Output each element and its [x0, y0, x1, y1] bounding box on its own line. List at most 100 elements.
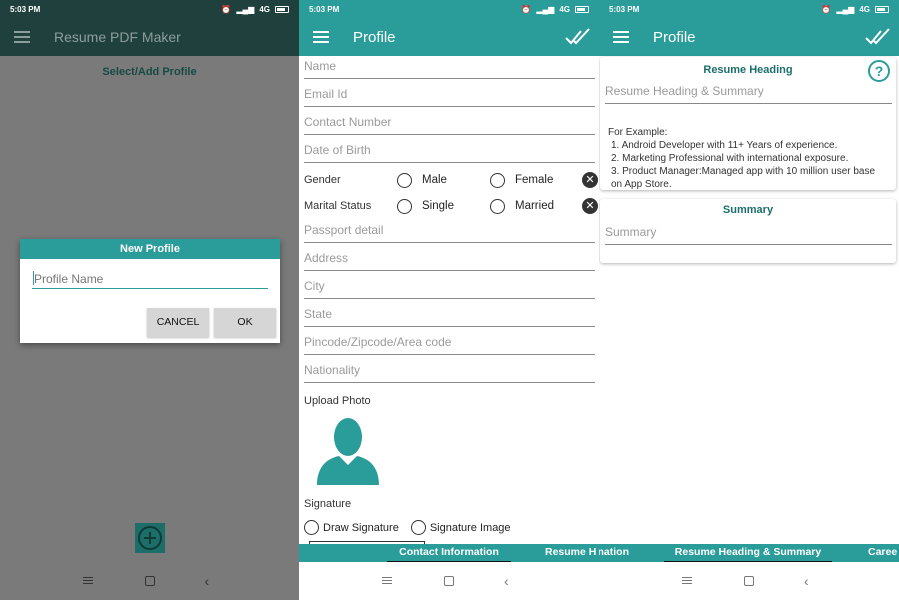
tab-resume-heading-summary[interactable]: Resume Heading & Summary	[664, 544, 832, 563]
example-item: 1. Android Developer with 11+ Years of e…	[611, 140, 838, 151]
example-text: For Example: 1. Android Developer with 1…	[608, 126, 888, 191]
contact-number-field[interactable]: Contact Number	[304, 115, 595, 135]
select-profile-label: Select/Add Profile	[102, 66, 197, 78]
signal-icon: ▂▄▆	[536, 4, 555, 14]
page-title: Profile	[653, 28, 696, 46]
marital-label: Marital Status	[304, 200, 372, 212]
screen-select-profile: 5:03 PM ⏰ ▂▄▆ 4G Resume PDF Maker Select…	[0, 0, 299, 600]
avatar-placeholder-icon[interactable]	[315, 415, 381, 485]
card-title: Resume Heading	[703, 64, 793, 76]
menu-icon[interactable]	[14, 31, 30, 43]
network-label: 4G	[259, 4, 270, 14]
signal-icon: ▂▄▆	[236, 4, 255, 14]
card-title: Summary	[722, 204, 774, 216]
gender-female-option[interactable]: Female	[490, 172, 583, 188]
tab-career[interactable]: Caree	[868, 544, 899, 563]
home-icon[interactable]	[144, 576, 155, 586]
status-time: 5:03 PM	[309, 4, 340, 14]
gender-male-option[interactable]: Male	[397, 172, 490, 188]
name-field[interactable]: Name	[304, 59, 595, 79]
resume-heading-field[interactable]: Resume Heading & Summary	[605, 84, 892, 104]
recent-apps-icon[interactable]	[382, 575, 394, 587]
example-item: 3. Product Manager:Managed app with 10 m…	[611, 166, 876, 190]
cancel-button[interactable]: CANCEL	[147, 308, 209, 337]
menu-icon[interactable]	[613, 31, 629, 43]
marital-married-option[interactable]: Married	[490, 198, 583, 214]
dialog-title: New Profile	[20, 239, 280, 259]
system-nav-bar: ‹	[599, 562, 899, 600]
ok-button[interactable]: OK	[214, 308, 276, 337]
signature-image-option[interactable]: Signature Image	[410, 520, 511, 535]
draw-signature-label: Draw Signature	[323, 521, 399, 534]
married-label: Married	[515, 200, 554, 212]
female-label: Female	[515, 174, 554, 186]
done-all-icon[interactable]	[565, 26, 591, 48]
radio-icon	[490, 172, 505, 188]
status-icons: ⏰ ▂▄▆ 4G	[221, 5, 289, 14]
status-time: 5:03 PM	[10, 4, 41, 14]
signal-icon: ▂▄▆	[836, 4, 855, 14]
section-tabs: nation Resume Heading & Summary Caree	[599, 544, 899, 563]
section-tabs: Contact Information Resume H	[299, 544, 599, 563]
tab-contact-information[interactable]: nation	[599, 544, 629, 563]
done-all-icon[interactable]	[865, 26, 891, 48]
email-field[interactable]: Email Id	[304, 87, 595, 107]
tab-contact-information[interactable]: Contact Information	[387, 544, 511, 563]
home-icon[interactable]	[744, 576, 754, 586]
add-profile-button[interactable]	[135, 523, 165, 553]
app-bar: Profile	[599, 18, 899, 56]
status-bar: 5:03 PM ⏰ ▂▄▆ 4G	[0, 0, 299, 18]
marital-row: Marital Status Single Married ✕	[304, 196, 599, 216]
draw-signature-option[interactable]: Draw Signature	[304, 520, 399, 535]
system-nav-bar: ‹	[299, 562, 599, 600]
back-icon[interactable]: ‹	[205, 574, 217, 588]
date-of-birth-field[interactable]: Date of Birth	[304, 143, 595, 163]
radio-icon	[304, 520, 319, 535]
back-icon[interactable]: ‹	[804, 574, 816, 588]
battery-icon	[575, 5, 589, 13]
recent-apps-icon[interactable]	[682, 575, 694, 587]
alarm-icon: ⏰	[821, 4, 832, 14]
clear-marital-icon[interactable]: ✕	[582, 198, 598, 214]
system-nav-bar: ‹	[0, 562, 299, 600]
screen-profile-heading: 5:03 PM ⏰ ▂▄▆ 4G Profile Resume Heading …	[599, 0, 899, 600]
clear-gender-icon[interactable]: ✕	[582, 172, 598, 188]
single-label: Single	[422, 200, 454, 212]
profile-name-input[interactable]	[32, 269, 268, 289]
gender-label: Gender	[304, 174, 341, 186]
summary-card: Summary Summary	[600, 199, 896, 263]
marital-single-option[interactable]: Single	[397, 198, 490, 214]
radio-icon	[397, 198, 412, 214]
signature-image-label: Signature Image	[429, 521, 511, 534]
back-icon[interactable]: ‹	[504, 574, 516, 588]
menu-icon[interactable]	[313, 31, 329, 43]
home-icon[interactable]	[444, 576, 454, 586]
address-field[interactable]: Address	[304, 251, 595, 271]
gender-row: Gender Male Female ✕	[304, 170, 599, 190]
status-icons: ⏰ ▂▄▆ 4G	[821, 5, 889, 14]
help-icon[interactable]: ?	[868, 60, 890, 82]
status-bar: 5:03 PM ⏰ ▂▄▆ 4G	[299, 0, 599, 18]
pincode-field[interactable]: Pincode/Zipcode/Area code	[304, 335, 595, 355]
network-label: 4G	[859, 4, 870, 14]
text-cursor	[33, 271, 34, 285]
resume-heading-card: Resume Heading ? Resume Heading & Summar…	[600, 57, 896, 190]
new-profile-dialog: New Profile CANCEL OK	[20, 239, 280, 343]
radio-icon	[397, 172, 412, 188]
recent-apps-icon[interactable]	[82, 575, 95, 587]
passport-field[interactable]: Passport detail	[304, 223, 595, 243]
state-field[interactable]: State	[304, 307, 595, 327]
battery-icon	[875, 5, 889, 13]
upload-photo-label: Upload Photo	[304, 395, 371, 407]
nationality-field[interactable]: Nationality	[304, 363, 595, 383]
tab-resume-heading[interactable]: Resume H	[545, 544, 599, 563]
summary-field[interactable]: Summary	[605, 225, 892, 245]
page-title: Profile	[353, 28, 396, 46]
app-bar: Profile	[299, 18, 599, 56]
battery-icon	[275, 5, 289, 13]
signature-options: Draw Signature Signature Image	[304, 520, 523, 535]
app-title: Resume PDF Maker	[54, 29, 181, 45]
signature-label: Signature	[304, 498, 352, 510]
city-field[interactable]: City	[304, 279, 595, 299]
network-label: 4G	[559, 4, 570, 14]
